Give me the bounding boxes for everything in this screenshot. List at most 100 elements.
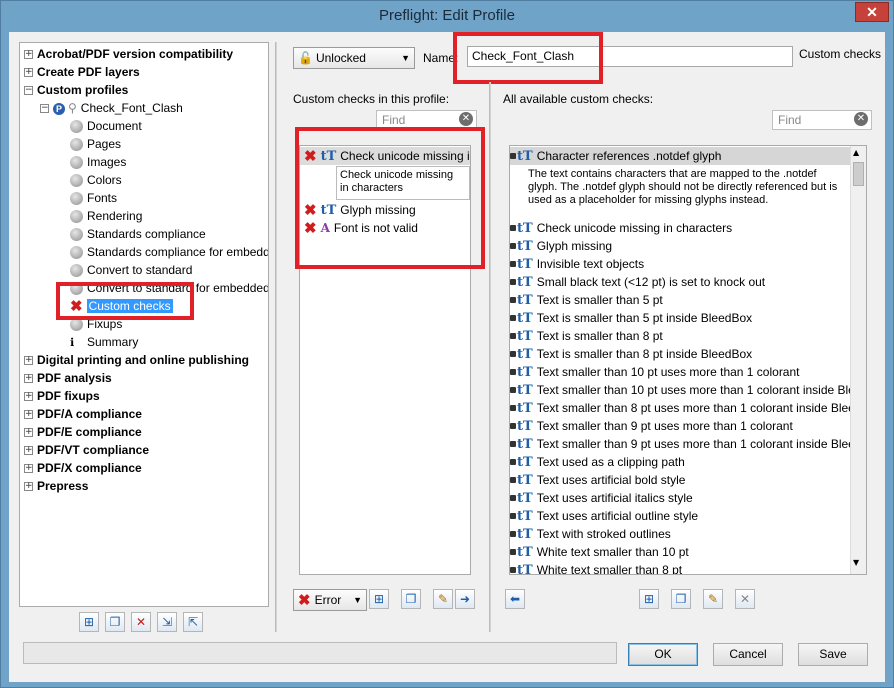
tree-item-custom-profiles[interactable]: − Custom profiles <box>24 81 128 99</box>
scroll-down-icon[interactable]: ▼ <box>853 558 859 567</box>
profile-check-item[interactable]: ✖tTCheck unicode missing in ch <box>300 147 470 165</box>
severity-dropdown[interactable]: ✖ Error ▼ <box>293 589 367 611</box>
expand-icon[interactable]: + <box>24 482 33 492</box>
edit-check-button[interactable]: ✎ <box>433 589 453 609</box>
scroll-up-icon[interactable]: ▲ <box>853 148 859 157</box>
expand-icon[interactable]: + <box>24 410 33 420</box>
collapse-icon[interactable]: − <box>24 86 33 96</box>
available-check-item[interactable]: tT Small black text (<12 pt) is set to kn… <box>510 273 765 291</box>
available-check-item[interactable]: tT White text smaller than 10 pt <box>510 543 689 561</box>
edit-available-check-button[interactable]: ✎ <box>703 589 723 609</box>
tree-item-check-font-clash[interactable]: − P ⚲ Check_Font_Clash <box>40 99 183 117</box>
tree-item-convert-standard[interactable]: Convert to standard <box>70 261 192 279</box>
available-check-item[interactable]: tT Character references .notdef glyph <box>510 147 850 165</box>
scroll-thumb[interactable] <box>853 162 864 186</box>
delete-profile-button[interactable]: ✕ <box>131 612 151 632</box>
export-profile-button[interactable]: ⇱ <box>183 612 203 632</box>
check-label: Glyph missing <box>340 203 416 217</box>
cancel-button[interactable]: Cancel <box>713 643 783 666</box>
tree-item-images[interactable]: Images <box>70 153 126 171</box>
tree-item-fixups[interactable]: Fixups <box>70 315 122 333</box>
tree-item-pdf-analysis[interactable]: + PDF analysis <box>24 369 112 387</box>
custom-checks-tab[interactable]: Custom checks <box>799 47 881 61</box>
expand-icon[interactable]: + <box>24 374 33 384</box>
splitter[interactable] <box>275 42 277 632</box>
splitter[interactable] <box>489 82 491 632</box>
import-profile-button[interactable]: ⇲ <box>157 612 177 632</box>
profile-tree[interactable]: + Acrobat/PDF version compatibility + Crea… <box>19 42 269 607</box>
profile-check-item[interactable]: ✖ tT Glyph missing <box>300 201 416 219</box>
expand-icon[interactable]: + <box>24 392 33 402</box>
text-check-icon: tT <box>517 275 533 290</box>
profile-name-field[interactable]: Check_Font_Clash <box>467 46 793 67</box>
available-check-item[interactable]: tT Text uses artificial outline style <box>510 507 698 525</box>
profile-check-item[interactable]: ✖ A Font is not valid <box>300 219 418 237</box>
save-button[interactable]: Save <box>798 643 868 666</box>
tree-item-pages[interactable]: Pages <box>70 135 121 153</box>
expand-icon[interactable]: + <box>24 50 33 60</box>
tree-item-pdfvt[interactable]: + PDF/VT compliance <box>24 441 149 459</box>
available-check-item[interactable]: tT Glyph missing <box>510 237 612 255</box>
move-left-button[interactable]: ⬅ <box>505 589 525 609</box>
tree-label: PDF/X compliance <box>37 461 142 475</box>
vertical-scrollbar[interactable]: ▲ ▼ <box>850 146 866 574</box>
available-check-item[interactable]: tT Text uses artificial bold style <box>510 471 685 489</box>
lock-state-dropdown[interactable]: 🔓 Unlocked ▼ <box>293 47 415 69</box>
available-check-item[interactable]: tT Text is smaller than 8 pt inside Bleed… <box>510 345 752 363</box>
duplicate-profile-button[interactable]: ❐ <box>105 612 125 632</box>
tree-item-convert-embedded[interactable]: Convert to standard for embedded fi <box>70 279 268 297</box>
tree-item-colors[interactable]: Colors <box>70 171 122 189</box>
tree-item-summary[interactable]: ℹ Summary <box>70 333 138 351</box>
tree-item-acrobat-pdf[interactable]: + Acrobat/PDF version compatibility <box>24 45 233 63</box>
lock-icon <box>510 549 516 555</box>
expand-icon[interactable]: + <box>24 356 33 366</box>
move-right-button[interactable]: ➜ <box>455 589 475 609</box>
available-check-item[interactable]: tT Check unicode missing in characters <box>510 219 732 237</box>
available-check-item[interactable]: tT Text is smaller than 5 pt inside Bleed… <box>510 309 752 327</box>
available-check-item[interactable]: tT Text smaller than 10 pt uses more than… <box>510 363 800 381</box>
tree-item-custom-checks[interactable]: ✖ Custom checks <box>70 297 173 315</box>
available-check-item[interactable]: tT Text smaller than 8 pt uses more than … <box>510 399 866 417</box>
clear-search-icon[interactable]: ✕ <box>459 112 473 126</box>
collapse-icon[interactable]: − <box>40 104 49 114</box>
tree-item-pdfx[interactable]: + PDF/X compliance <box>24 459 142 477</box>
new-available-check-button[interactable]: ⊞ <box>639 589 659 609</box>
close-button[interactable]: ✕ <box>855 2 889 22</box>
profile-checks-list[interactable]: ✖tTCheck unicode missing in ch Check uni… <box>299 145 471 575</box>
tree-item-pdfe[interactable]: + PDF/E compliance <box>24 423 142 441</box>
available-check-item[interactable]: tT Text used as a clipping path <box>510 453 685 471</box>
tree-item-pdfa[interactable]: + PDF/A compliance <box>24 405 142 423</box>
available-checks-list[interactable]: tT Character references .notdef glyph The… <box>509 145 867 575</box>
duplicate-check-button[interactable]: ❐ <box>401 589 421 609</box>
expand-icon[interactable]: + <box>24 68 33 78</box>
duplicate-available-check-button[interactable]: ❐ <box>671 589 691 609</box>
available-check-item[interactable]: tT Text smaller than 10 pt uses more than… <box>510 381 866 399</box>
new-check-button[interactable]: ⊞ <box>369 589 389 609</box>
expand-icon[interactable]: + <box>24 428 33 438</box>
tree-item-prepress[interactable]: + Prepress <box>24 477 88 495</box>
tree-item-document[interactable]: Document <box>70 117 142 135</box>
available-check-item[interactable]: tT White text smaller than 8 pt <box>510 561 682 574</box>
tree-item-create-layers[interactable]: + Create PDF layers <box>24 63 140 81</box>
expand-icon[interactable]: + <box>24 446 33 456</box>
available-check-item[interactable]: tT Text smaller than 9 pt uses more than … <box>510 417 793 435</box>
new-profile-button[interactable]: ⊞ <box>79 612 99 632</box>
available-check-item[interactable]: tT Text uses artificial italics style <box>510 489 693 507</box>
tree-item-pdf-fixups[interactable]: + PDF fixups <box>24 387 100 405</box>
tree-label: Rendering <box>87 209 143 223</box>
tree-item-standards-embedded[interactable]: Standards compliance for embedded <box>70 243 268 261</box>
tree-item-standards-compliance[interactable]: Standards compliance <box>70 225 206 243</box>
clear-search-icon[interactable]: ✕ <box>854 112 868 126</box>
delete-available-check-button[interactable]: ✕ <box>735 589 755 609</box>
expand-icon[interactable]: + <box>24 464 33 474</box>
lock-icon <box>510 531 516 537</box>
tree-item-rendering[interactable]: Rendering <box>70 207 142 225</box>
available-check-item[interactable]: tT Text is smaller than 8 pt <box>510 327 663 345</box>
tree-item-digital-printing[interactable]: + Digital printing and online publishing <box>24 351 249 369</box>
available-check-item[interactable]: tT Text smaller than 9 pt uses more than … <box>510 435 866 453</box>
available-check-item[interactable]: tT Invisible text objects <box>510 255 644 273</box>
available-check-item[interactable]: tT Text with stroked outlines <box>510 525 671 543</box>
available-check-item[interactable]: tT Text is smaller than 5 pt <box>510 291 663 309</box>
tree-item-fonts[interactable]: Fonts <box>70 189 117 207</box>
ok-button[interactable]: OK <box>628 643 698 666</box>
